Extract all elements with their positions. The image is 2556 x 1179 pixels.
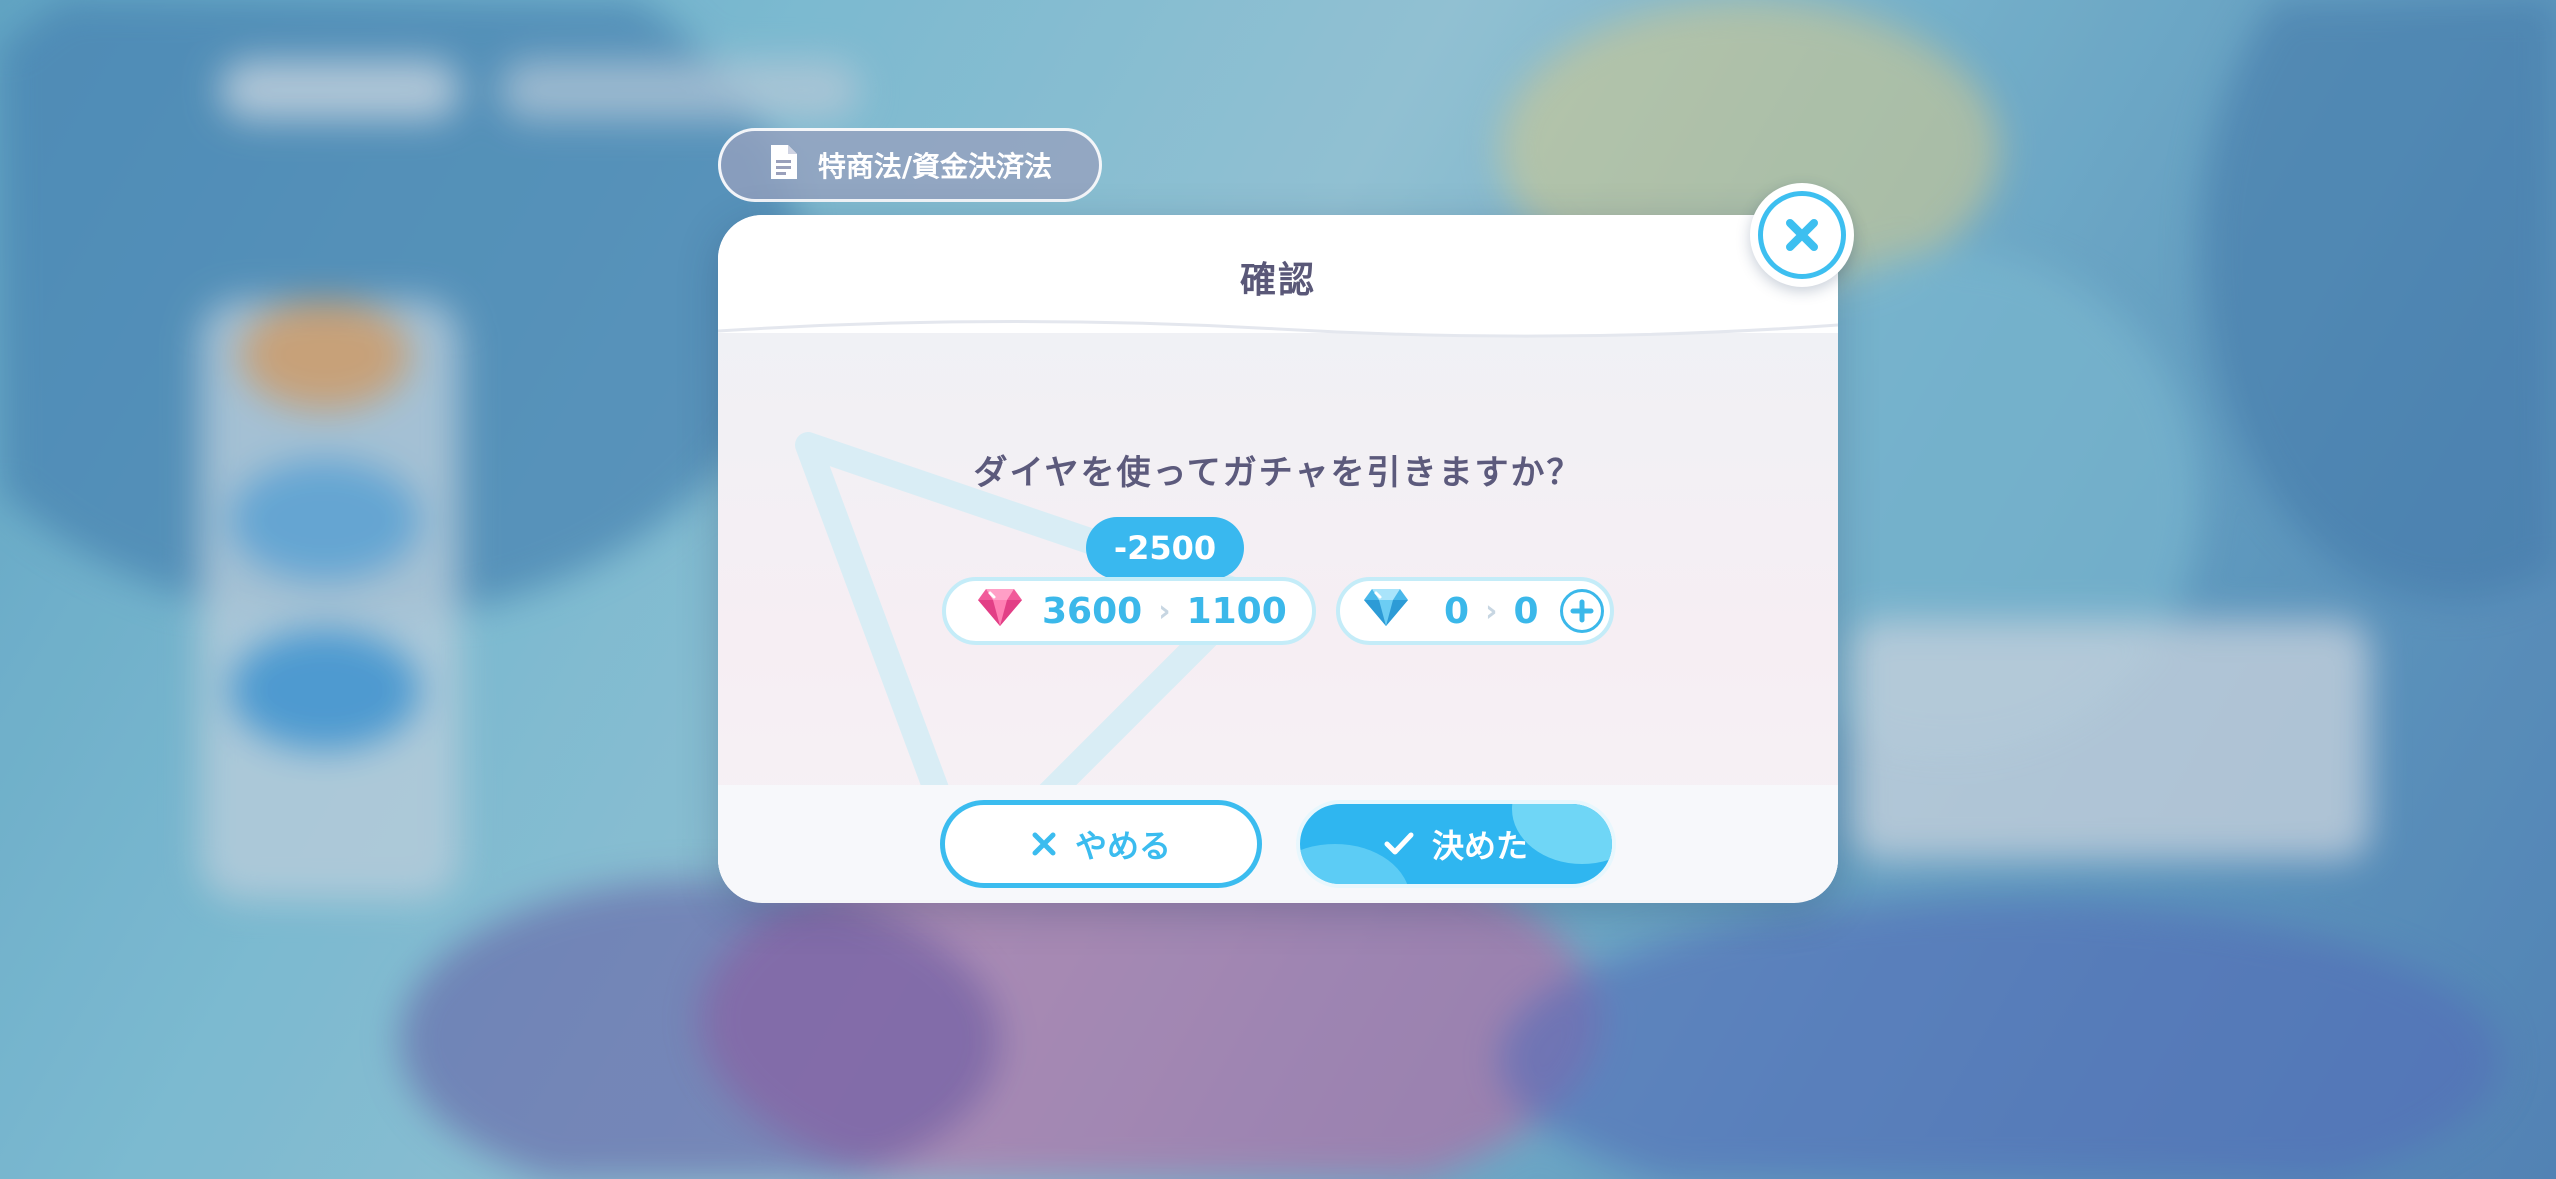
confirm-label: 決めた bbox=[1431, 827, 1528, 865]
dialog-footer-area bbox=[718, 785, 1838, 900]
paid-gems-after: 1100 bbox=[1186, 590, 1287, 632]
blue-gem-icon bbox=[1362, 585, 1410, 638]
pink-gem-icon bbox=[976, 585, 1024, 638]
dialog-title: 確認 bbox=[1239, 260, 1316, 301]
confirm-dialog: 確認 ダイヤを使ってガチャを引きますか？ -2500 3600 › 1100 0… bbox=[718, 215, 1838, 903]
cancel-button[interactable]: やめる bbox=[940, 800, 1262, 888]
header-wave-edge bbox=[718, 311, 1838, 338]
free-gem-balance: 0 › 0 bbox=[1336, 577, 1614, 645]
paid-gem-balance: 3600 › 1100 bbox=[942, 577, 1316, 645]
add-gems-button[interactable] bbox=[1560, 589, 1604, 633]
close-icon bbox=[1786, 219, 1818, 251]
x-icon bbox=[1032, 832, 1056, 856]
law-info-tab[interactable]: 特商法/資金決済法 bbox=[718, 128, 1102, 202]
cancel-label: やめる bbox=[1074, 827, 1171, 865]
close-button[interactable] bbox=[1750, 183, 1854, 287]
free-gems-before: 0 bbox=[1444, 590, 1470, 632]
free-gems-after: 0 bbox=[1513, 590, 1539, 632]
law-info-label: 特商法/資金決済法 bbox=[817, 150, 1053, 183]
paid-gems-before: 3600 bbox=[1042, 590, 1143, 632]
cost-badge: -2500 bbox=[1086, 517, 1244, 589]
close-ring bbox=[1758, 191, 1846, 279]
document-icon bbox=[768, 143, 800, 188]
confirm-button[interactable]: 決めた bbox=[1296, 800, 1616, 888]
confirm-question: ダイヤを使ってガチャを引きますか？ bbox=[973, 453, 1583, 493]
chevron-right-icon: › bbox=[1158, 593, 1171, 629]
check-icon bbox=[1384, 832, 1414, 855]
plus-icon bbox=[1570, 599, 1594, 623]
chevron-right-icon: › bbox=[1485, 593, 1498, 629]
